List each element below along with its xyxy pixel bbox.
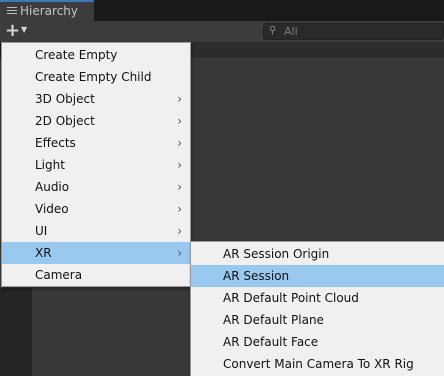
chevron-right-icon: › [177, 202, 182, 216]
menu-item-ui[interactable]: UI › [2, 220, 190, 242]
chevron-right-icon: › [177, 246, 182, 260]
chevron-right-icon: › [177, 180, 182, 194]
menu-item-label: 2D Object [35, 114, 95, 128]
menu-item-audio[interactable]: Audio › [2, 176, 190, 198]
chevron-right-icon: › [177, 92, 182, 106]
menu-item-label: 3D Object [35, 92, 95, 106]
menu-item-camera[interactable]: Camera [2, 264, 190, 286]
menu-item-create-empty-child[interactable]: Create Empty Child [2, 66, 190, 88]
chevron-right-icon: › [177, 114, 182, 128]
menu-item-2d-object[interactable]: 2D Object › [2, 110, 190, 132]
menu-item-label: Create Empty Child [35, 70, 152, 84]
create-dropdown-button[interactable]: + ▼ [5, 20, 35, 41]
menu-item-ar-default-point-cloud[interactable]: AR Default Point Cloud [191, 287, 444, 309]
menu-item-label: Convert Main Camera To XR Rig [223, 357, 414, 371]
menu-item-label: AR Default Plane [223, 313, 324, 327]
menu-item-label: AR Default Point Cloud [223, 291, 359, 305]
menu-item-xr[interactable]: XR › [2, 242, 190, 264]
hierarchy-list-icon [7, 7, 17, 16]
tab-bar: Hierarchy [0, 0, 444, 21]
hierarchy-header-strip [190, 42, 444, 58]
search-icon: ⚲ [269, 25, 277, 36]
menu-item-label: UI [35, 224, 48, 238]
menu-item-label: Audio [35, 180, 70, 194]
menu-item-light[interactable]: Light › [2, 154, 190, 176]
menu-item-label: Effects [35, 136, 76, 150]
create-menu: Create Empty Create Empty Child 3D Objec… [1, 42, 191, 287]
menu-item-create-empty[interactable]: Create Empty [2, 44, 190, 66]
menu-item-3d-object[interactable]: 3D Object › [2, 88, 190, 110]
menu-item-effects[interactable]: Effects › [2, 132, 190, 154]
search-input[interactable]: ⚲ All [263, 23, 444, 40]
tab-hierarchy[interactable]: Hierarchy [0, 0, 94, 21]
hierarchy-toolbar: + ▼ ⚲ All [0, 20, 444, 42]
chevron-right-icon: › [177, 224, 182, 238]
tab-hierarchy-label: Hierarchy [20, 4, 79, 18]
menu-item-label: Camera [35, 268, 83, 282]
menu-item-label: AR Session [223, 269, 290, 283]
menu-item-label: Video [35, 202, 69, 216]
menu-item-label: Light [35, 158, 65, 172]
chevron-right-icon: › [177, 136, 182, 150]
menu-item-ar-default-face[interactable]: AR Default Face [191, 331, 444, 353]
menu-item-ar-session[interactable]: AR Session [191, 265, 444, 287]
menu-item-label: Create Empty [35, 48, 118, 62]
search-placeholder: All [284, 25, 298, 38]
menu-item-label: AR Session Origin [223, 247, 330, 261]
caret-down-icon: ▼ [21, 25, 28, 34]
xr-submenu: AR Session Origin AR Session AR Default … [190, 241, 444, 376]
chevron-right-icon: › [177, 158, 182, 172]
menu-item-video[interactable]: Video › [2, 198, 190, 220]
menu-item-convert-main-camera[interactable]: Convert Main Camera To XR Rig [191, 353, 444, 375]
menu-item-ar-session-origin[interactable]: AR Session Origin [191, 243, 444, 265]
menu-item-label: XR [35, 246, 52, 260]
menu-item-label: AR Default Face [223, 335, 319, 349]
menu-item-ar-default-plane[interactable]: AR Default Plane [191, 309, 444, 331]
plus-icon: + [5, 20, 21, 41]
hierarchy-gutter [0, 288, 32, 376]
